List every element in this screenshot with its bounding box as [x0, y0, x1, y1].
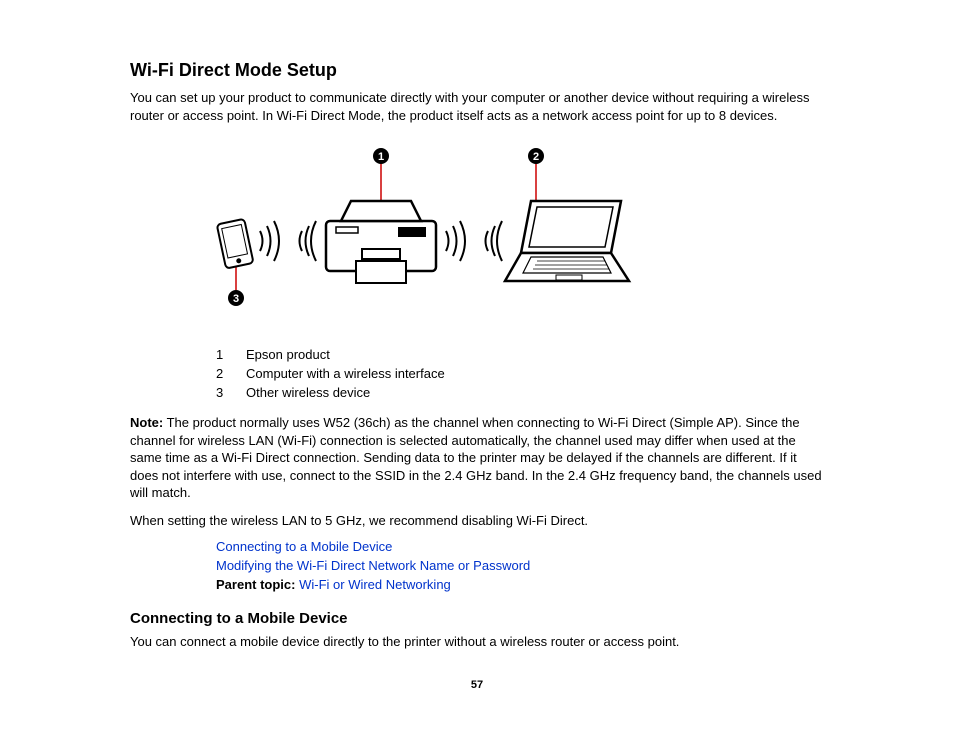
signal-waves-phone-right — [260, 221, 279, 261]
phone-icon — [217, 219, 254, 269]
link-parent-topic[interactable]: Wi-Fi or Wired Networking — [299, 577, 451, 592]
para-5ghz: When setting the wireless LAN to 5 GHz, … — [130, 512, 824, 530]
note-paragraph: Note: The product normally uses W52 (36c… — [130, 414, 824, 502]
link-connecting-mobile[interactable]: Connecting to a Mobile Device — [216, 539, 392, 554]
legend-text-1: Epson product — [246, 347, 330, 362]
signal-waves-laptop-left — [486, 221, 503, 261]
legend-text-2: Computer with a wireless interface — [246, 366, 445, 381]
link-modify-wifi-direct[interactable]: Modifying the Wi-Fi Direct Network Name … — [216, 558, 530, 573]
printer-icon — [326, 201, 436, 283]
callout-2-badge: 2 — [533, 151, 539, 163]
legend-row-3: 3 Other wireless device — [216, 385, 824, 400]
wifi-direct-diagram: 1 2 3 — [216, 146, 686, 326]
legend-text-3: Other wireless device — [246, 385, 370, 400]
para-connect-mobile: You can connect a mobile device directly… — [130, 633, 824, 651]
legend-num-2: 2 — [216, 366, 228, 381]
legend-num-3: 3 — [216, 385, 228, 400]
intro-paragraph: You can set up your product to communica… — [130, 89, 824, 124]
signal-waves-printer-left — [300, 221, 317, 261]
signal-waves-printer-right — [446, 221, 465, 261]
legend-row-2: 2 Computer with a wireless interface — [216, 366, 824, 381]
links-block: Connecting to a Mobile Device Modifying … — [216, 539, 824, 592]
legend-num-1: 1 — [216, 347, 228, 362]
note-body: The product normally uses W52 (36ch) as … — [130, 415, 822, 500]
heading-wifi-direct: Wi-Fi Direct Mode Setup — [130, 60, 824, 81]
callout-1-badge: 1 — [378, 151, 384, 163]
parent-topic-label: Parent topic: — [216, 577, 295, 592]
page-container: Wi-Fi Direct Mode Setup You can set up y… — [0, 0, 954, 721]
laptop-icon — [505, 201, 629, 281]
note-label: Note: — [130, 415, 163, 430]
callout-3-badge: 3 — [233, 293, 239, 305]
page-number: 57 — [130, 679, 824, 691]
legend-row-1: 1 Epson product — [216, 347, 824, 362]
heading-connecting-mobile: Connecting to a Mobile Device — [130, 610, 824, 627]
